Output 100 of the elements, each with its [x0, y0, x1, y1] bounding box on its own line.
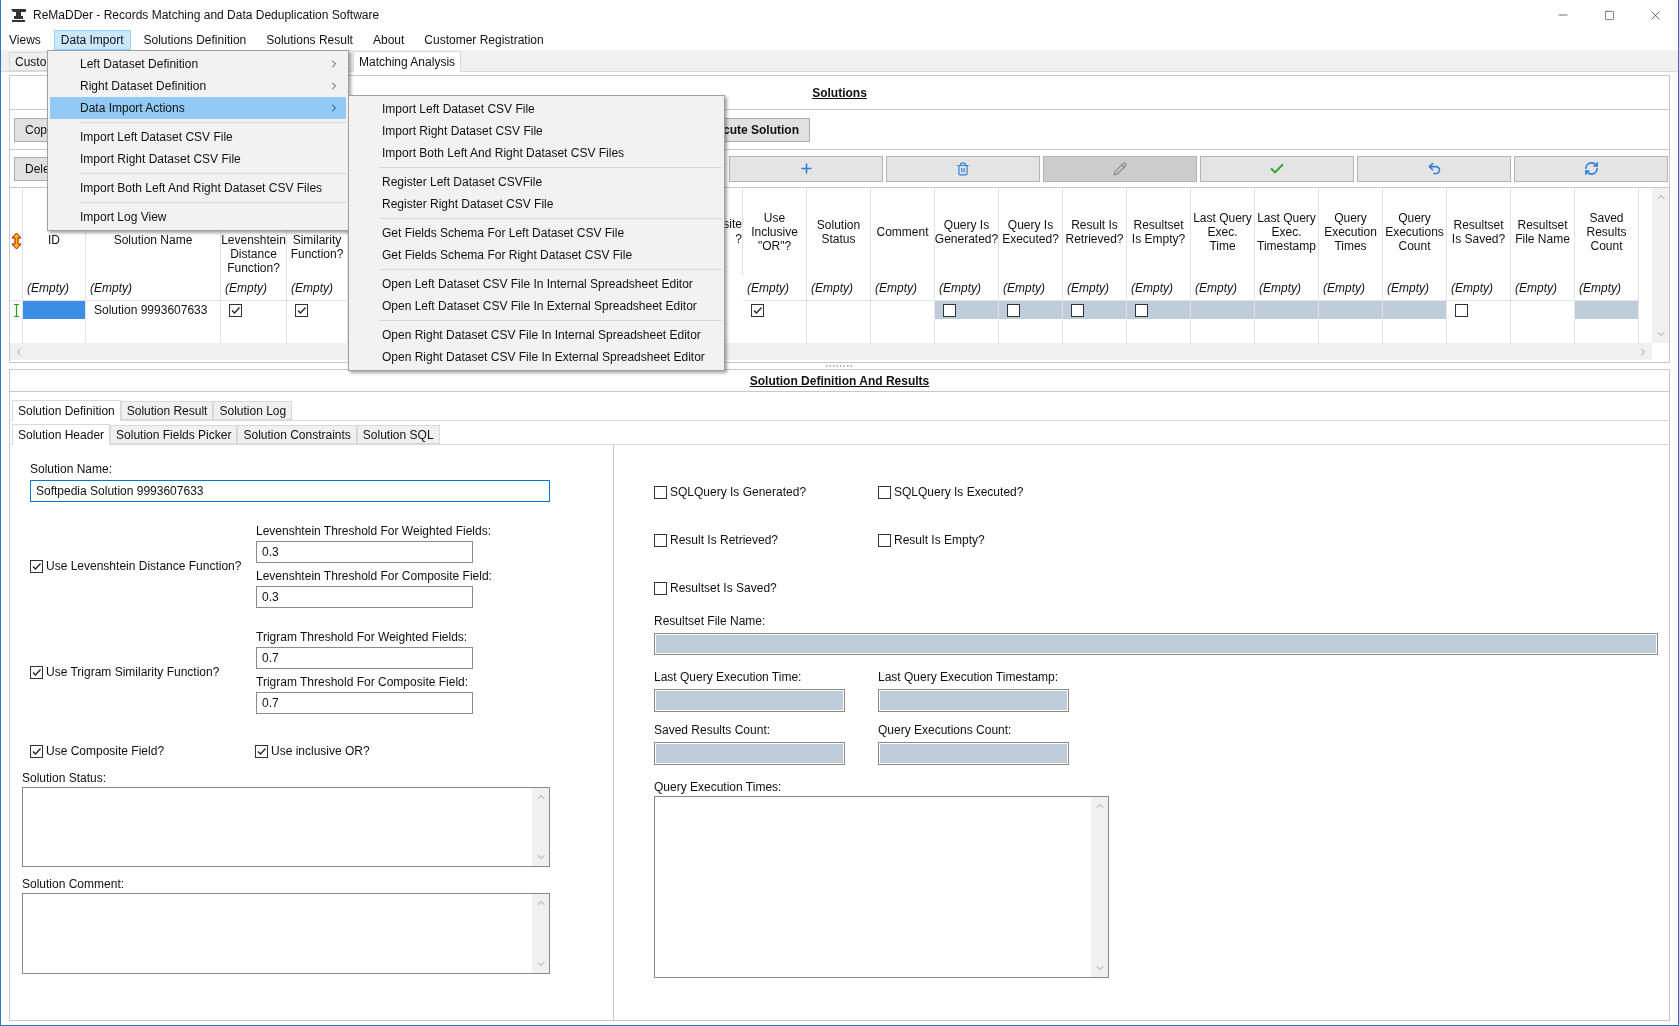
- tab[interactable]: Solution SQL: [356, 425, 440, 444]
- checkbox[interactable]: [878, 533, 891, 547]
- menu-item[interactable]: Solutions Result: [259, 30, 360, 50]
- column-header[interactable]: Last Query Exec. Timestamp: [1257, 211, 1316, 253]
- filter-cell[interactable]: (Empty): [1387, 279, 1429, 297]
- filter-cell[interactable]: (Empty): [939, 279, 981, 297]
- menu-item[interactable]: About: [365, 30, 412, 50]
- column-header[interactable]: Comment: [876, 225, 929, 239]
- menu-item[interactable]: Import Both Left And Right Dataset CSV Files: [351, 142, 722, 164]
- toolbar-button[interactable]: [729, 155, 883, 182]
- menu-item[interactable]: Import Left Dataset CSV File: [351, 98, 722, 120]
- field-label: Query Executions Count:: [878, 723, 1013, 737]
- tab[interactable]: Solution Fields Picker: [110, 425, 238, 444]
- threshold-field[interactable]: 0.3: [256, 586, 473, 608]
- column-header[interactable]: Saved Results Count: [1577, 211, 1636, 253]
- column-header[interactable]: Resultset File Name: [1513, 218, 1572, 246]
- column-header[interactable]: Resultset Is Empty?: [1129, 218, 1188, 246]
- column-header[interactable]: Similarity Function?: [289, 233, 345, 261]
- toolbar-button[interactable]: [1514, 155, 1668, 182]
- column-header[interactable]: Last Query Exec. Time: [1193, 211, 1252, 253]
- filter-cell[interactable]: (Empty): [27, 279, 69, 297]
- menu-item[interactable]: Import Log View: [50, 206, 346, 228]
- menu-item[interactable]: Get Fields Schema For Left Dataset CSV File: [351, 222, 722, 244]
- menu-item[interactable]: Register Left Dataset CSVFile: [351, 171, 722, 193]
- filter-cell[interactable]: (Empty): [1195, 279, 1237, 297]
- toolbar-button[interactable]: [886, 155, 1040, 182]
- filter-cell[interactable]: (Empty): [90, 279, 132, 297]
- column-header[interactable]: Resultset Is Saved?: [1449, 218, 1508, 246]
- cell-checkbox[interactable]: [295, 303, 308, 317]
- column-header[interactable]: Query Execution Times: [1321, 211, 1380, 253]
- cell-checkbox[interactable]: [751, 303, 764, 317]
- menu-item[interactable]: Open Right Dataset CSV File In Internal Spreadsheet Editor: [351, 324, 722, 346]
- filter-cell[interactable]: (Empty): [1003, 279, 1045, 297]
- menu-item[interactable]: Open Left Dataset CSV File In External Spreadsheet Editor: [351, 295, 722, 317]
- checkbox[interactable]: [654, 533, 667, 547]
- column-header[interactable]: Solution Status: [809, 218, 868, 246]
- cell-checkbox[interactable]: [943, 303, 956, 317]
- column-header[interactable]: Query Executions Count: [1385, 211, 1444, 253]
- filter-cell[interactable]: (Empty): [1131, 279, 1173, 297]
- pencil-icon: [1113, 161, 1127, 176]
- filter-cell[interactable]: (Empty): [1579, 279, 1621, 297]
- scrollbar[interactable]: [532, 894, 549, 973]
- menu-item[interactable]: Register Right Dataset CSV File: [351, 193, 722, 215]
- cell-checkbox[interactable]: [1007, 303, 1020, 317]
- column-header[interactable]: Use Inclusive "OR"?: [745, 211, 804, 253]
- tab[interactable]: Matching Analysis: [353, 51, 462, 72]
- threshold-field[interactable]: 0.7: [256, 692, 473, 714]
- column-header[interactable]: ID: [48, 233, 60, 247]
- column-header[interactable]: Result Is Retrieved?: [1065, 218, 1124, 246]
- checkbox-label: Use Levenshtein Distance Function?: [46, 558, 242, 575]
- checkbox[interactable]: [878, 485, 891, 499]
- tab[interactable]: Solution Result: [120, 401, 214, 420]
- menu-item[interactable]: Right Dataset Definition: [50, 75, 346, 97]
- menu-item[interactable]: Get Fields Schema For Right Dataset CSV File: [351, 244, 722, 266]
- filter-cell[interactable]: (Empty): [1067, 279, 1109, 297]
- tab[interactable]: Solution Log: [213, 401, 293, 420]
- menu-item[interactable]: Open Left Dataset CSV File In Internal Spreadsheet Editor: [351, 273, 722, 295]
- filter-cell[interactable]: (Empty): [1515, 279, 1557, 297]
- text-area[interactable]: [22, 787, 550, 867]
- threshold-field[interactable]: 0.3: [256, 541, 473, 563]
- filter-cell[interactable]: (Empty): [1451, 279, 1493, 297]
- checkbox[interactable]: [654, 581, 667, 595]
- menu-item[interactable]: Solutions Definition: [136, 30, 254, 50]
- solution-name-field[interactable]: Softpedia Solution 9993607633: [30, 480, 550, 502]
- checkbox[interactable]: [255, 744, 268, 758]
- scrollbar[interactable]: [1091, 797, 1108, 977]
- text-area[interactable]: [22, 893, 550, 974]
- checkbox[interactable]: [30, 665, 43, 679]
- checkbox[interactable]: [30, 559, 43, 573]
- column-header[interactable]: Solution Name: [113, 233, 193, 247]
- checkbox[interactable]: [30, 744, 43, 758]
- filter-cell[interactable]: (Empty): [1259, 279, 1301, 297]
- menu-item[interactable]: Customer Registration: [417, 30, 551, 50]
- cell-checkbox[interactable]: [1455, 303, 1468, 317]
- scrollbar[interactable]: [532, 788, 549, 866]
- toolbar-button[interactable]: [1200, 155, 1354, 182]
- column-header[interactable]: Query Is Generated?: [934, 218, 999, 246]
- cell-checkbox[interactable]: [1135, 303, 1148, 317]
- threshold-field[interactable]: 0.7: [256, 647, 473, 669]
- menu-item[interactable]: Views: [2, 30, 48, 50]
- vertical-scrollbar[interactable]: [1652, 188, 1669, 343]
- cell-checkbox[interactable]: [229, 303, 242, 317]
- filter-cell[interactable]: (Empty): [875, 279, 917, 297]
- toolbar-button[interactable]: [1357, 155, 1511, 182]
- filter-cell[interactable]: (Empty): [1323, 279, 1365, 297]
- field-label: Solution Comment:: [22, 877, 126, 891]
- menu-item[interactable]: Data Import Actions: [50, 97, 346, 119]
- tab[interactable]: Solution Constraints: [237, 425, 357, 444]
- checkbox[interactable]: [654, 485, 667, 499]
- menu-item[interactable]: Data Import: [53, 30, 131, 50]
- tab[interactable]: Solution Definition: [12, 400, 121, 421]
- tab[interactable]: Solution Header: [12, 424, 111, 445]
- column-header[interactable]: Levenshtein Distance Function?: [221, 233, 286, 275]
- filter-cell[interactable]: (Empty): [291, 279, 333, 297]
- filter-cell[interactable]: (Empty): [811, 279, 853, 297]
- filter-cell[interactable]: (Empty): [225, 279, 267, 297]
- filter-cell[interactable]: (Empty): [747, 279, 789, 297]
- cell-checkbox[interactable]: [1071, 303, 1084, 317]
- menu-item[interactable]: Open Right Dataset CSV File In External Spreadsheet Editor: [351, 346, 722, 368]
- column-header[interactable]: Query Is Executed?: [1001, 218, 1060, 246]
